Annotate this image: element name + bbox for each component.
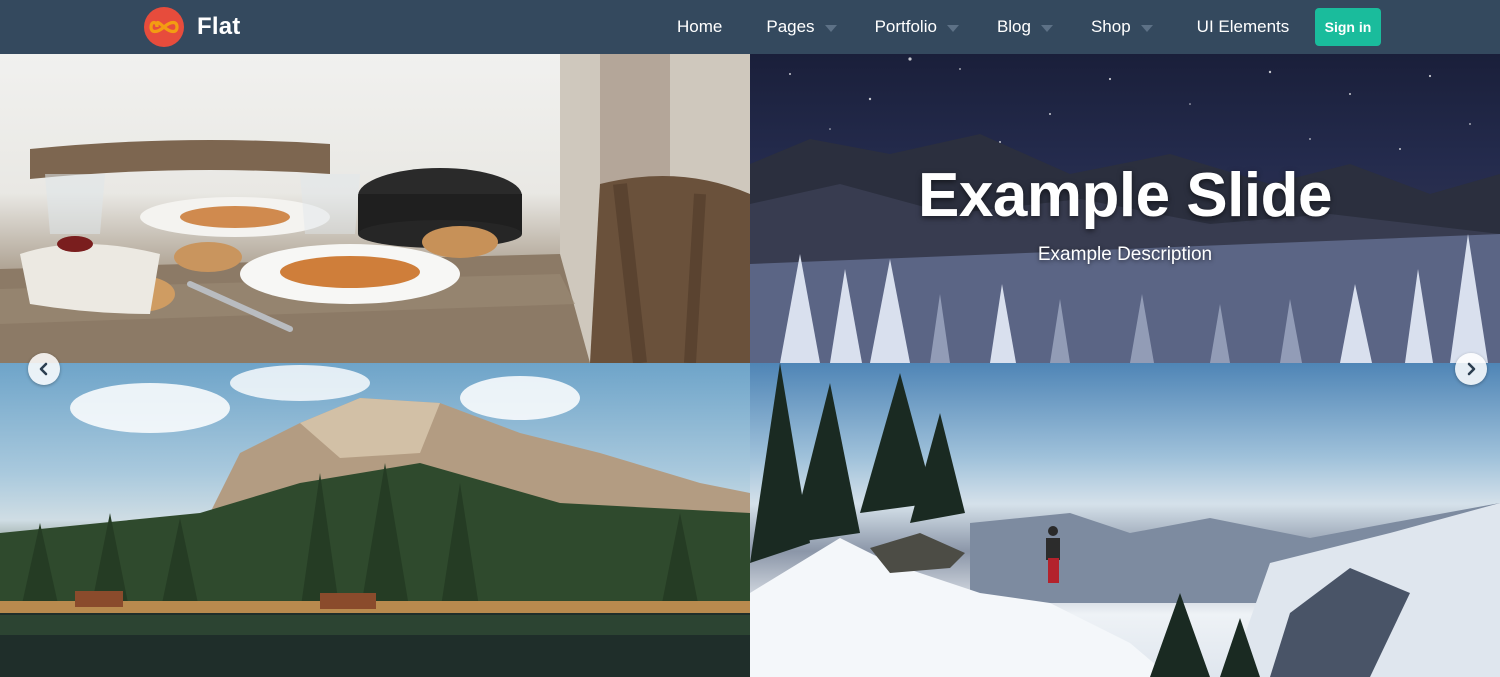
chevron-left-icon	[39, 362, 48, 376]
caret-down-icon	[1040, 24, 1053, 32]
nav-label: UI Elements	[1196, 17, 1290, 36]
next-slide-button[interactable]	[1455, 353, 1487, 385]
nav-item-ui-elements[interactable]: UI Elements	[1197, 0, 1290, 54]
snowy-summit-photo	[750, 363, 1500, 677]
nav-label: Portfolio	[874, 17, 937, 36]
slide-caption: Example Slide Example Description	[750, 160, 1500, 266]
slide-title: Example Slide	[918, 161, 1332, 230]
caret-down-icon	[1140, 24, 1153, 32]
nav-item-portfolio[interactable]: Portfolio	[875, 0, 959, 54]
brand-name: Flat	[197, 13, 241, 40]
nav-item-pages[interactable]: Pages	[766, 0, 837, 54]
prev-slide-button[interactable]	[28, 353, 60, 385]
nav-label: Shop	[1090, 17, 1131, 36]
sign-in-button[interactable]: Sign in	[1315, 8, 1381, 46]
nav-label: Pages	[766, 17, 815, 36]
main-nav: Home Pages Portfolio Blog Shop UI Elemen…	[660, 0, 1289, 54]
dining-table-photo	[0, 54, 750, 363]
caret-down-icon	[946, 24, 959, 32]
infinity-icon	[144, 7, 184, 47]
nav-item-home[interactable]: Home	[677, 0, 722, 54]
nav-label: Blog	[996, 17, 1031, 36]
nav-item-blog[interactable]: Blog	[997, 0, 1053, 54]
slide-description: Example Description	[1037, 244, 1213, 265]
nav-label: Home	[677, 17, 723, 36]
mountain-lake-photo	[0, 363, 750, 677]
nav-item-shop[interactable]: Shop	[1091, 0, 1153, 54]
caret-down-icon	[824, 24, 837, 32]
top-navbar: Flat Home Pages Portfolio Blog Shop UI E…	[0, 0, 1500, 54]
chevron-right-icon	[1467, 362, 1476, 376]
brand[interactable]: Flat	[144, 7, 240, 47]
